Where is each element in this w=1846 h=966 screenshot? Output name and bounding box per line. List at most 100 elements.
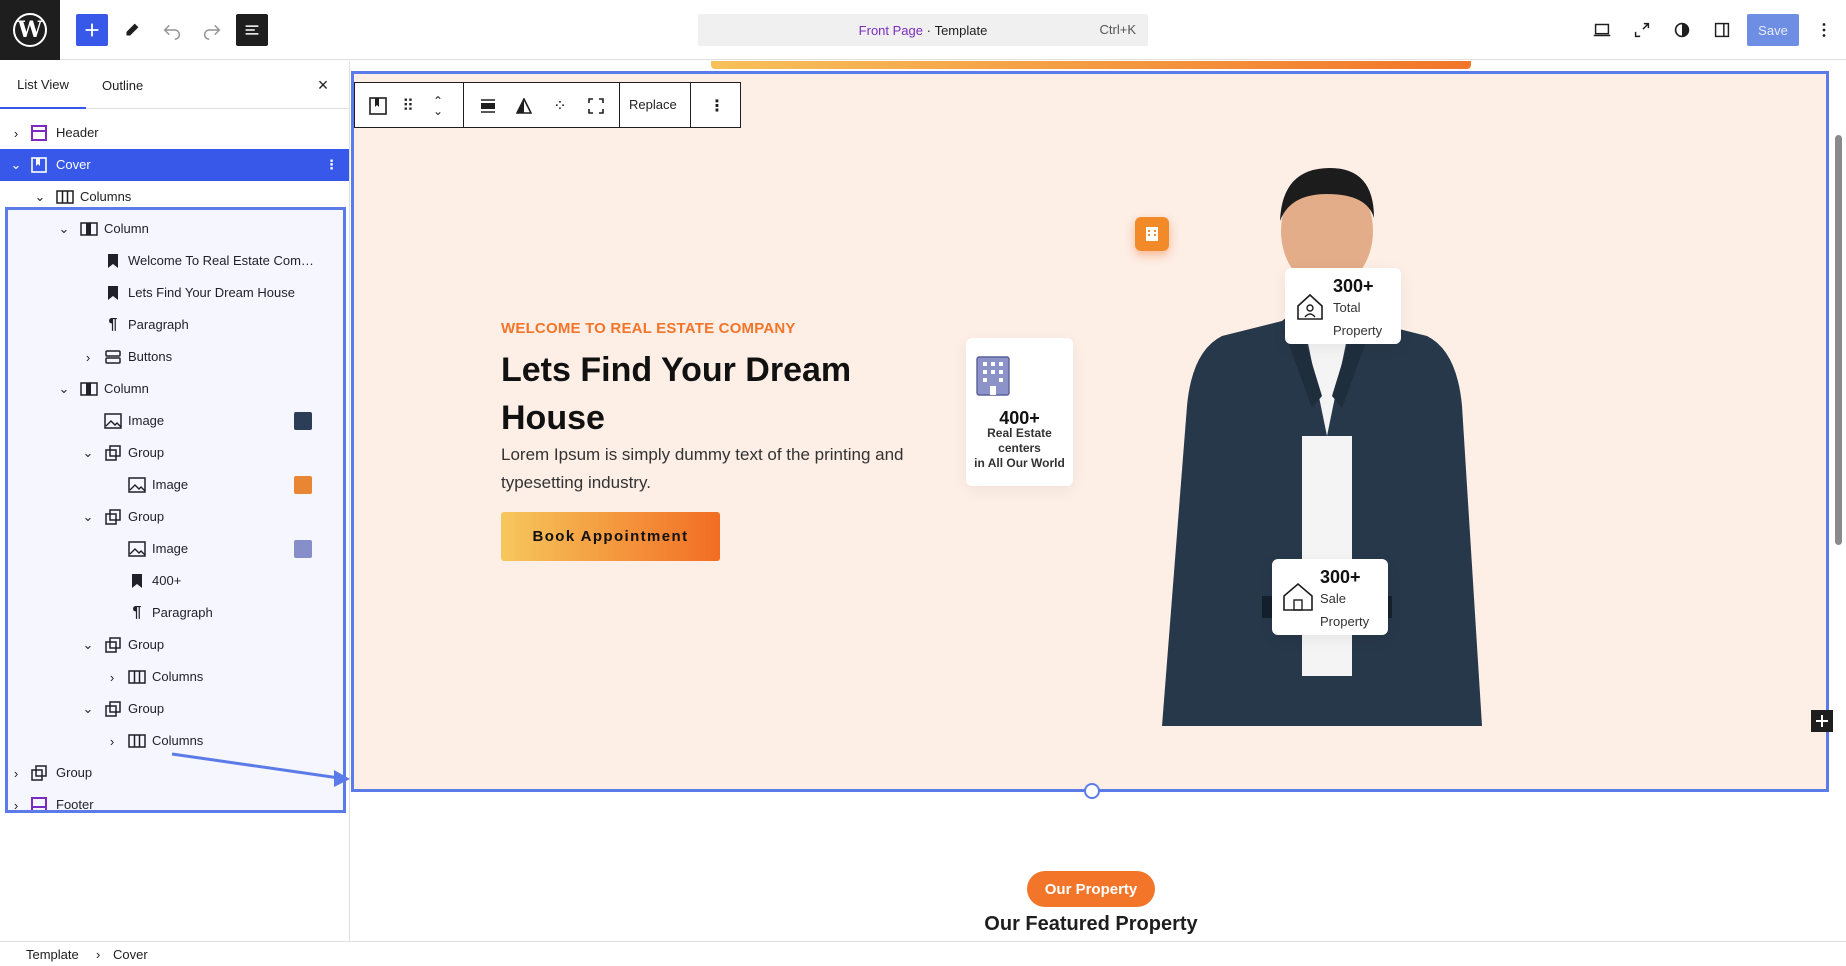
resize-handle[interactable]: [1084, 783, 1100, 799]
more-vertical-icon[interactable]: ⋮: [706, 95, 728, 117]
tree-row-label: Columns: [152, 669, 204, 684]
tree-row-buttons[interactable]: › Buttons: [0, 341, 349, 373]
toolbar-separator: [690, 83, 691, 127]
tree-row-columns[interactable]: › Columns: [0, 661, 349, 693]
tree-row-label: Paragraph: [152, 605, 213, 620]
chevron-right-icon[interactable]: ›: [8, 797, 24, 813]
settings-sidebar-button[interactable]: [1706, 14, 1738, 46]
wordpress-logo-icon: W: [13, 13, 47, 47]
chevron-down-icon[interactable]: ⌄: [56, 221, 72, 237]
chevron-right-icon[interactable]: ›: [8, 765, 24, 781]
close-icon[interactable]: ×: [313, 75, 333, 95]
tree-row-label: Paragraph: [128, 317, 189, 332]
chevron-down-icon[interactable]: ⌄: [80, 701, 96, 717]
full-height-icon[interactable]: [585, 95, 607, 117]
tree-row-footer[interactable]: › Footer: [0, 789, 349, 821]
tree-row-image[interactable]: Image: [0, 533, 349, 565]
cover-block-icon[interactable]: [367, 95, 389, 117]
tree-row-group[interactable]: ⌄ Group: [0, 693, 349, 725]
tree-row-heading[interactable]: Lets Find Your Dream House: [0, 277, 349, 309]
chevron-right-icon[interactable]: ›: [8, 125, 24, 141]
chevron-down-icon[interactable]: ⌄: [32, 189, 48, 205]
tree-row-cover[interactable]: ⌄ Cover ⋮: [0, 149, 349, 181]
wordpress-logo-button[interactable]: W: [0, 0, 60, 60]
breadcrumb-item-template[interactable]: Template: [26, 947, 79, 962]
tab-list-view[interactable]: List View: [0, 61, 86, 109]
tab-outline[interactable]: Outline: [102, 61, 143, 109]
save-button[interactable]: Save: [1747, 14, 1799, 46]
tree-row-group[interactable]: ⌄ Group: [0, 437, 349, 469]
tree-row-label: Group: [128, 637, 165, 652]
chevron-right-icon[interactable]: ›: [104, 733, 120, 749]
more-vertical-icon[interactable]: ⋮: [325, 157, 338, 173]
block-inserter-button[interactable]: [76, 14, 108, 46]
chevron-right-icon[interactable]: ›: [80, 349, 96, 365]
hero-heading[interactable]: Lets Find Your Dream House: [501, 346, 921, 442]
breadcrumb-item-cover[interactable]: Cover: [113, 947, 148, 962]
tree-row-header[interactable]: › Header: [0, 117, 349, 149]
hero-eyebrow[interactable]: WELCOME TO REAL ESTATE COMPANY: [501, 320, 796, 337]
replace-button[interactable]: Replace: [629, 97, 677, 112]
chevron-down-icon[interactable]: ⌄: [80, 637, 96, 653]
scrollbar-thumb[interactable]: [1835, 135, 1842, 545]
redo-button[interactable]: [196, 14, 228, 46]
styles-button[interactable]: [1666, 14, 1698, 46]
tree-row-column[interactable]: ⌄ Column: [0, 373, 349, 405]
move-up-down-icon[interactable]: ⌃ ⌄: [427, 95, 449, 117]
columns-block-icon: [128, 668, 146, 686]
tree-row-label: 400+: [152, 573, 182, 588]
buttons-block-icon: [104, 348, 122, 366]
stat-card-total[interactable]: 300+ Total Property: [1285, 268, 1401, 344]
tree-row-label: Footer: [56, 797, 94, 812]
tree-row-label: Lets Find Your Dream House: [128, 285, 295, 300]
book-appointment-button[interactable]: Book Appointment: [501, 512, 720, 561]
tree-row-columns[interactable]: ⌄ Columns: [0, 181, 349, 213]
focal-point-icon[interactable]: ⁘: [549, 95, 571, 117]
open-in-new-tab-button[interactable]: [1626, 14, 1658, 46]
image-block-icon: [128, 476, 146, 494]
stat-card-centers[interactable]: 400+ Real Estate centers in All Our Worl…: [966, 338, 1073, 486]
group-block-icon: [104, 700, 122, 718]
tree-row-group[interactable]: ⌄ Group: [0, 629, 349, 661]
sidebar-tabs: List View Outline ×: [0, 61, 349, 109]
undo-button[interactable]: [156, 14, 188, 46]
tree-row-image[interactable]: Image: [0, 469, 349, 501]
tree-row-column[interactable]: ⌄ Column: [0, 213, 349, 245]
tree-row-paragraph[interactable]: ¶ Paragraph: [0, 597, 349, 629]
device-preview-button[interactable]: [1586, 14, 1618, 46]
desktop-icon: [1593, 23, 1611, 37]
duotone-icon[interactable]: [513, 95, 535, 117]
building-badge-icon[interactable]: [1135, 217, 1169, 251]
chevron-down-icon[interactable]: ⌄: [80, 445, 96, 461]
bookmark-icon: [104, 284, 122, 302]
drag-handle-icon[interactable]: ⠿: [397, 95, 419, 117]
tree-row-label: Column: [104, 221, 149, 236]
chevron-down-icon[interactable]: ⌄: [8, 157, 24, 173]
align-icon[interactable]: [477, 95, 499, 117]
tree-row-paragraph[interactable]: ¶ Paragraph: [0, 309, 349, 341]
businessman-image[interactable]: [1162, 146, 1502, 729]
tree-row-heading[interactable]: 400+: [0, 565, 349, 597]
add-block-button[interactable]: [1811, 710, 1833, 732]
pencil-icon: [126, 23, 139, 36]
chevron-down-icon[interactable]: ⌄: [56, 381, 72, 397]
featured-property-heading[interactable]: Our Featured Property: [891, 913, 1291, 936]
tree-row-group[interactable]: ⌄ Group: [0, 501, 349, 533]
canvas-scrollbar[interactable]: [1831, 121, 1846, 941]
column-block-icon: [80, 380, 98, 398]
options-menu-button[interactable]: [1808, 14, 1840, 46]
chevron-right-icon[interactable]: ›: [104, 669, 120, 685]
document-title: Front Page: [858, 22, 923, 38]
cover-block[interactable]: ⠿ ⌃ ⌄ ⁘ Replace ⋮ WELCOME TO REAL ESTATE …: [351, 71, 1833, 792]
stat-card-sale[interactable]: 300+ Sale Property: [1272, 559, 1388, 635]
group-block-icon: [104, 444, 122, 462]
chevron-down-icon[interactable]: ⌄: [80, 509, 96, 525]
hero-paragraph[interactable]: Lorem Ipsum is simply dummy text of the …: [501, 441, 941, 497]
tree-row-heading[interactable]: Welcome To Real Estate Com…: [0, 245, 349, 277]
tree-row-image[interactable]: Image: [0, 405, 349, 437]
command-palette-button[interactable]: Front Page · Template Ctrl+K: [698, 14, 1148, 46]
image-thumbnail: [294, 412, 312, 430]
document-overview-button[interactable]: [236, 14, 268, 46]
tools-button[interactable]: [116, 14, 148, 46]
our-property-pill[interactable]: Our Property: [1027, 871, 1155, 907]
